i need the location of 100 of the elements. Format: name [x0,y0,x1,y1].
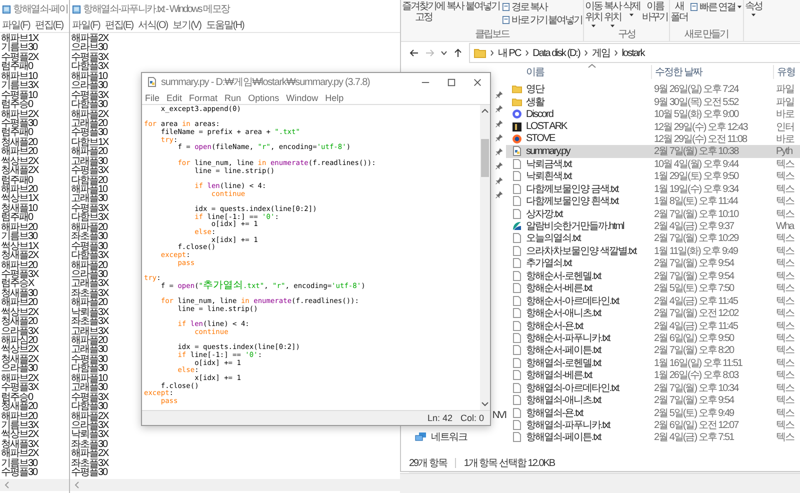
text-file-icon [512,370,522,380]
scrollbar-thumb[interactable] [481,139,489,177]
ribbon-button[interactable]: 즐겨찾기에 고정 [402,0,444,23]
menu-item[interactable]: File [145,92,160,102]
menu-item[interactable]: 파일(F) [72,18,100,32]
pin-icon[interactable] [495,120,503,128]
caret-icon [629,13,634,17]
text-line: 해파브1X [0,34,38,44]
file-row[interactable]: 상자깡.txt 2월 7일(월) 오후 10:10 텍스 [506,207,800,220]
ribbon-button[interactable]: 삭제 [623,0,640,17]
file-row[interactable]: 낙뢰흰색.txt 1월 29일(토) 오후 9:50 텍스 [506,170,800,182]
python-file-icon [512,146,522,156]
up-arrow-icon[interactable] [453,48,463,58]
file-row[interactable]: summary.py 2월 7일(월) 오후 10:38 Pyth [506,145,800,158]
file-row[interactable]: 다함께보물인양 금색.txt 1월 19일(수) 오후 9:34 텍스 [506,182,800,195]
file-row[interactable]: 항해순서-파푸니카.txt 2월 6일(일) 오후 9:50 텍스 [506,332,800,344]
file-row[interactable]: 추가열쇠.txt 2월 7일(월) 오후 9:54 텍스 [506,257,800,270]
menu-item[interactable]: 편집(E) [104,18,134,32]
pin-icon[interactable] [495,176,503,185]
column-header[interactable]: 수정한 날짜 [651,65,773,79]
file-row[interactable]: 영단 9월 26일(일) 오후 7:24 파일 [506,83,800,96]
file-type: Wha [775,220,794,232]
ribbon-button[interactable]: 이동 위치 [585,0,602,28]
menu-item[interactable]: Format [189,92,218,102]
pin-icon[interactable] [495,105,503,114]
close-icon[interactable] [473,78,482,86]
maximize-icon[interactable] [447,78,456,86]
menu-item[interactable]: 편집(E) [34,18,64,32]
ribbon-button[interactable]: 경로 복사 [502,0,547,13]
text-file-icon [512,332,522,343]
menu-item[interactable]: Run [224,92,242,102]
file-row[interactable]: 오늘의열쇠.txt 2월 7일(월) 오후 10:29 텍스 [506,232,800,245]
file-row[interactable]: 항해열쇠-아르데타인.txt 2월 7일(월) 오후 10:34 텍스 [506,382,800,394]
file-row[interactable]: 항해열쇠-페이튼.txt 2월 4일(금) 오후 7:51 텍스 [506,431,800,444]
file-row[interactable]: 낙뢰금색.txt 10월 4일(월) 오후 9:44 텍스 [506,158,800,170]
breadcrumb-item[interactable]: Data disk (D:) [532,48,580,58]
nav-item[interactable]: NVI [492,410,506,421]
file-name: Discord [526,108,554,120]
scroll-down-icon[interactable] [481,401,489,407]
file-row[interactable]: 항해순서-애니츠.txt 2월 7일(월) 오전 12:02 텍스 [506,306,800,320]
menu-item[interactable]: 서식(O) [138,18,168,32]
file-row[interactable]: 항해열쇠-욘.txt 2월 5일(토) 오후 9:49 텍스 [506,406,800,419]
menu-item[interactable]: Window [286,92,318,102]
ribbon-button[interactable]: 복사 [446,0,464,12]
text-line: 해파플20 [70,147,108,157]
pin-icon[interactable] [495,91,503,99]
pin-icon[interactable] [495,148,503,156]
file-row[interactable]: 생활 9월 30일(목) 오전 5:52 파일 [506,95,800,108]
file-row[interactable]: 항해순서-욘.txt 2월 4일(금) 오후 11:45 텍스 [506,319,800,332]
file-row[interactable]: 항해열쇠-베른.txt 1월 26일(수) 오후 8:03 텍스 [506,369,800,382]
text-line: 수평플3X [70,166,108,176]
file-row[interactable]: 항해순서-아르데타인.txt 2월 4일(금) 오후 11:45 텍스 [506,294,800,307]
pin-icon[interactable] [495,162,503,170]
menu-item[interactable]: 파일(F) [2,18,30,32]
text-line: 해파플2X [70,110,108,119]
file-row[interactable]: 항해순서-페이튼.txt 2월 7일(월) 오후 8:20 텍스 [506,344,800,357]
ribbon-button[interactable]: 붙여넣기 [466,0,500,12]
back-arrow-icon[interactable] [409,48,419,58]
file-row[interactable]: 항해열쇠-애니츠.txt 2월 7일(월) 오후 9:54 텍스 [506,394,800,406]
breadcrumb-item[interactable]: 게임 [592,46,610,60]
file-row[interactable]: 항해순서-로헨델.txt 2월 7일(월) 오후 9:54 텍스 [506,270,800,282]
dropdown-caret-icon[interactable] [441,51,447,55]
file-row[interactable]: 다함께보물인양 흰색.txt 1월 8일(토) 오후 11:44 텍스 [506,194,800,208]
file-row[interactable]: LOST ARK 12월 29일(수) 오후 12:43 인터 [506,120,800,133]
round-app-icon [512,134,522,144]
file-row[interactable]: STOVE 12월 29일(수) 오전 11:08 바로 [506,132,800,146]
file-row[interactable]: 알람비슷한거만들까.html 2월 4일(금) 오후 9:37 Wha [506,220,800,232]
file-row[interactable]: 항해열쇠-파푸니카.txt 2월 6일(일) 오전 12:07 텍스 [506,418,800,432]
ribbon-button[interactable]: 복사 위치 [604,0,622,28]
text-line: 해파심20 [0,336,38,346]
text-line: 고래플30 [70,156,108,166]
nav-item[interactable]: 네트워크 [415,430,467,444]
breadcrumb-item[interactable]: lostark [622,48,644,58]
menu-item[interactable]: Options [248,92,280,102]
file-type: 텍스 [775,257,794,270]
text-line: 수평플30 [70,354,108,364]
ribbon-button[interactable]: 빠른 연결 [690,0,742,13]
file-row[interactable]: 항해순서-베른.txt 2월 5일(토) 오후 7:50 텍스 [506,282,800,294]
menu-item[interactable]: Edit [166,92,182,102]
menu-item[interactable]: Help [325,92,344,102]
square-app-icon [512,122,522,132]
pin-icon[interactable] [495,191,503,200]
ribbon-button[interactable]: 이름 바꾸기 [642,0,668,23]
column-header[interactable]: 이름 [526,65,651,79]
file-name: STOVE [526,133,556,144]
address-bar[interactable]: 내 PC Data disk (D:) 게임 lostark [469,43,800,63]
text-line: 으라브30 [70,43,108,53]
pin-icon[interactable] [495,134,503,142]
ribbon-button[interactable]: 바로 가기 붙여넣기 [502,13,582,26]
scroll-up-icon[interactable] [481,108,489,114]
ribbon-button[interactable]: 새 폴더 [670,0,688,23]
ribbon-button[interactable]: 속성 [744,0,762,17]
menu-item[interactable]: 보기(V) [172,18,201,32]
column-header[interactable]: 유형 [773,65,795,79]
menu-item[interactable]: 도움말(H) [206,18,244,32]
breadcrumb-item[interactable]: 내 PC [498,46,521,60]
column-indicator: Col: 0 [460,413,484,423]
file-row[interactable]: Discord 10월 5일(화) 오후 9:00 바로 [506,108,800,120]
file-row[interactable]: 항해열쇠-로헨델.txt 1월 16일(일) 오후 11:51 텍스 [506,356,800,370]
file-row[interactable]: 으라차차보물인양 색깔별.txt 1월 11일(화) 오후 9:49 텍스 [506,244,800,258]
